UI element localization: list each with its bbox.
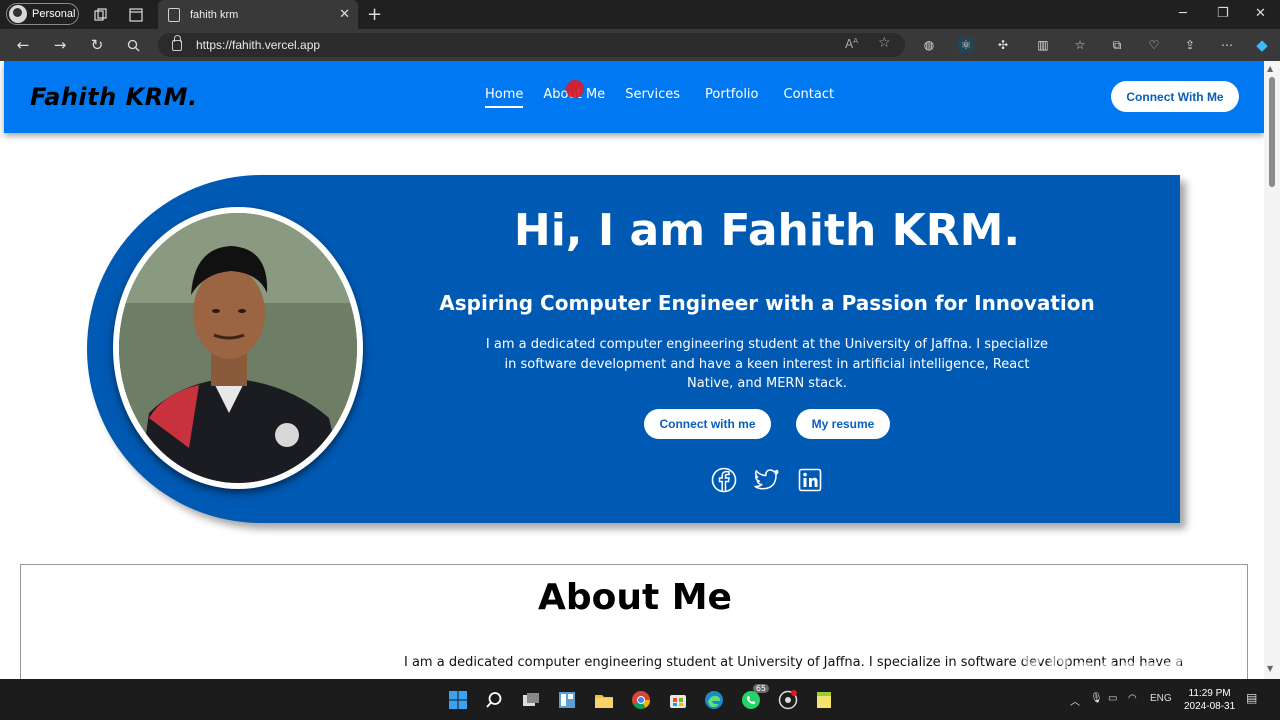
about-title: About Me: [538, 577, 732, 618]
share-icon[interactable]: ⇪: [1182, 37, 1198, 53]
hero-description: I am a dedicated computer engineering st…: [485, 337, 1049, 391]
linkedin-icon[interactable]: [797, 467, 823, 493]
clock-time: 11:29 PM: [1188, 688, 1231, 699]
twitter-icon[interactable]: [754, 467, 780, 493]
url-input[interactable]: https://fahith.vercel.app: [158, 33, 905, 57]
favorites-icon[interactable]: ☆: [1072, 37, 1088, 53]
system-clock[interactable]: 11:29 PM 2024-08-31: [1184, 687, 1235, 713]
page-favicon-icon: [168, 7, 180, 22]
recorder-app-icon[interactable]: [777, 689, 799, 711]
hero-subtitle: Aspiring Computer Engineer with a Passio…: [439, 291, 1095, 315]
more-menu-icon[interactable]: ⋯: [1219, 37, 1235, 53]
hero-resume-button[interactable]: My resume: [796, 409, 890, 439]
read-aloud-icon[interactable]: AA: [845, 37, 858, 51]
cursor-indicator: [566, 80, 584, 98]
browser-essentials-icon[interactable]: ♡: [1146, 37, 1162, 53]
language-indicator[interactable]: ENG: [1150, 693, 1172, 704]
whatsapp-icon[interactable]: 65: [740, 684, 769, 711]
taskbar: 65 ︿ 🎙 ▭ ◠ ENG 11:29 PM 2024-08-31 ▤: [0, 679, 1280, 720]
scroll-down-icon[interactable]: ▼: [1267, 664, 1273, 673]
tab-title: fahith krm: [190, 8, 239, 21]
profile-avatar: [9, 5, 27, 23]
hero-title: Hi, I am Fahith KRM.: [513, 205, 1021, 256]
site-header: Fahith KRM. Home About Me Services Portf…: [4, 61, 1264, 133]
connect-with-me-button[interactable]: Connect With Me: [1111, 81, 1239, 112]
url-text: https://fahith.vercel.app: [196, 38, 321, 52]
whatsapp-badge: 65: [752, 684, 769, 693]
tab-actions-icon[interactable]: [127, 6, 145, 24]
forward-icon[interactable]: →: [51, 36, 69, 54]
search-icon[interactable]: [483, 689, 505, 711]
close-tab-icon[interactable]: ✕: [339, 7, 350, 22]
favorite-star-icon[interactable]: ☆: [878, 35, 891, 51]
store-icon[interactable]: [667, 689, 689, 711]
scroll-up-icon[interactable]: ▲: [1267, 64, 1273, 73]
facebook-icon[interactable]: [711, 467, 737, 493]
task-view-icon[interactable]: [520, 689, 542, 711]
extensions-icon[interactable]: ✣: [995, 37, 1011, 53]
widgets-icon[interactable]: [556, 689, 578, 711]
extension-globe-icon[interactable]: ◍: [921, 37, 937, 53]
notepad-icon[interactable]: [813, 689, 835, 711]
tray-overflow-icon[interactable]: ︿: [1070, 693, 1080, 708]
page-viewport: Fahith KRM. Home About Me Services Portf…: [0, 61, 1280, 679]
main-nav: Home About Me Services Portfolio Contact: [485, 87, 835, 108]
nav-services[interactable]: Services: [625, 87, 680, 102]
new-tab-icon[interactable]: +: [367, 4, 382, 25]
battery-icon[interactable]: ▭: [1108, 693, 1117, 704]
chrome-icon[interactable]: [630, 689, 652, 711]
hero-section: Hi, I am Fahith KRM. Aspiring Computer E…: [87, 175, 1180, 523]
wifi-icon[interactable]: ◠: [1128, 693, 1137, 704]
nav-home[interactable]: Home: [485, 87, 524, 108]
edge-icon[interactable]: [703, 689, 725, 711]
file-explorer-icon[interactable]: [593, 689, 615, 711]
profile-button[interactable]: Personal: [6, 3, 79, 25]
close-window-icon[interactable]: ✕: [1255, 6, 1266, 21]
refresh-icon[interactable]: ↻: [88, 36, 106, 54]
maximize-icon[interactable]: ❐: [1217, 6, 1229, 21]
profile-label: Personal: [32, 8, 76, 20]
windows-start-icon[interactable]: [447, 689, 469, 711]
nav-contact[interactable]: Contact: [784, 87, 835, 102]
address-toolbar: ← → ↻ https://fahith.vercel.app AA ☆ ◍ ⚛…: [0, 29, 1280, 61]
microphone-icon[interactable]: 🎙: [1090, 693, 1103, 704]
back-icon[interactable]: ←: [14, 36, 32, 54]
clock-date: 2024-08-31: [1184, 701, 1236, 712]
search-icon[interactable]: [124, 36, 142, 54]
notifications-icon[interactable]: ▤: [1246, 691, 1257, 705]
site-logo[interactable]: Fahith KRM.: [30, 83, 198, 111]
collections-icon[interactable]: ⧉: [1109, 37, 1125, 53]
hero-connect-button[interactable]: Connect with me: [644, 409, 771, 439]
scroll-thumb[interactable]: [1269, 77, 1275, 187]
extension-react-icon[interactable]: ⚛: [958, 37, 974, 53]
active-tab[interactable]: fahith krm ✕: [158, 0, 358, 29]
split-screen-icon[interactable]: ▥: [1035, 37, 1051, 53]
page-scrollbar[interactable]: ▲ ▼: [1264, 61, 1280, 679]
browser-tab-bar: Personal fahith krm ✕ + ─ ❐ ✕: [0, 0, 1280, 29]
lock-icon[interactable]: [172, 34, 182, 51]
nav-portfolio[interactable]: Portfolio: [705, 87, 758, 102]
minimize-icon[interactable]: ─: [1179, 6, 1187, 21]
profile-photo: [113, 207, 363, 489]
copilot-icon[interactable]: ◆: [1254, 36, 1270, 54]
workspaces-icon[interactable]: [92, 6, 110, 24]
